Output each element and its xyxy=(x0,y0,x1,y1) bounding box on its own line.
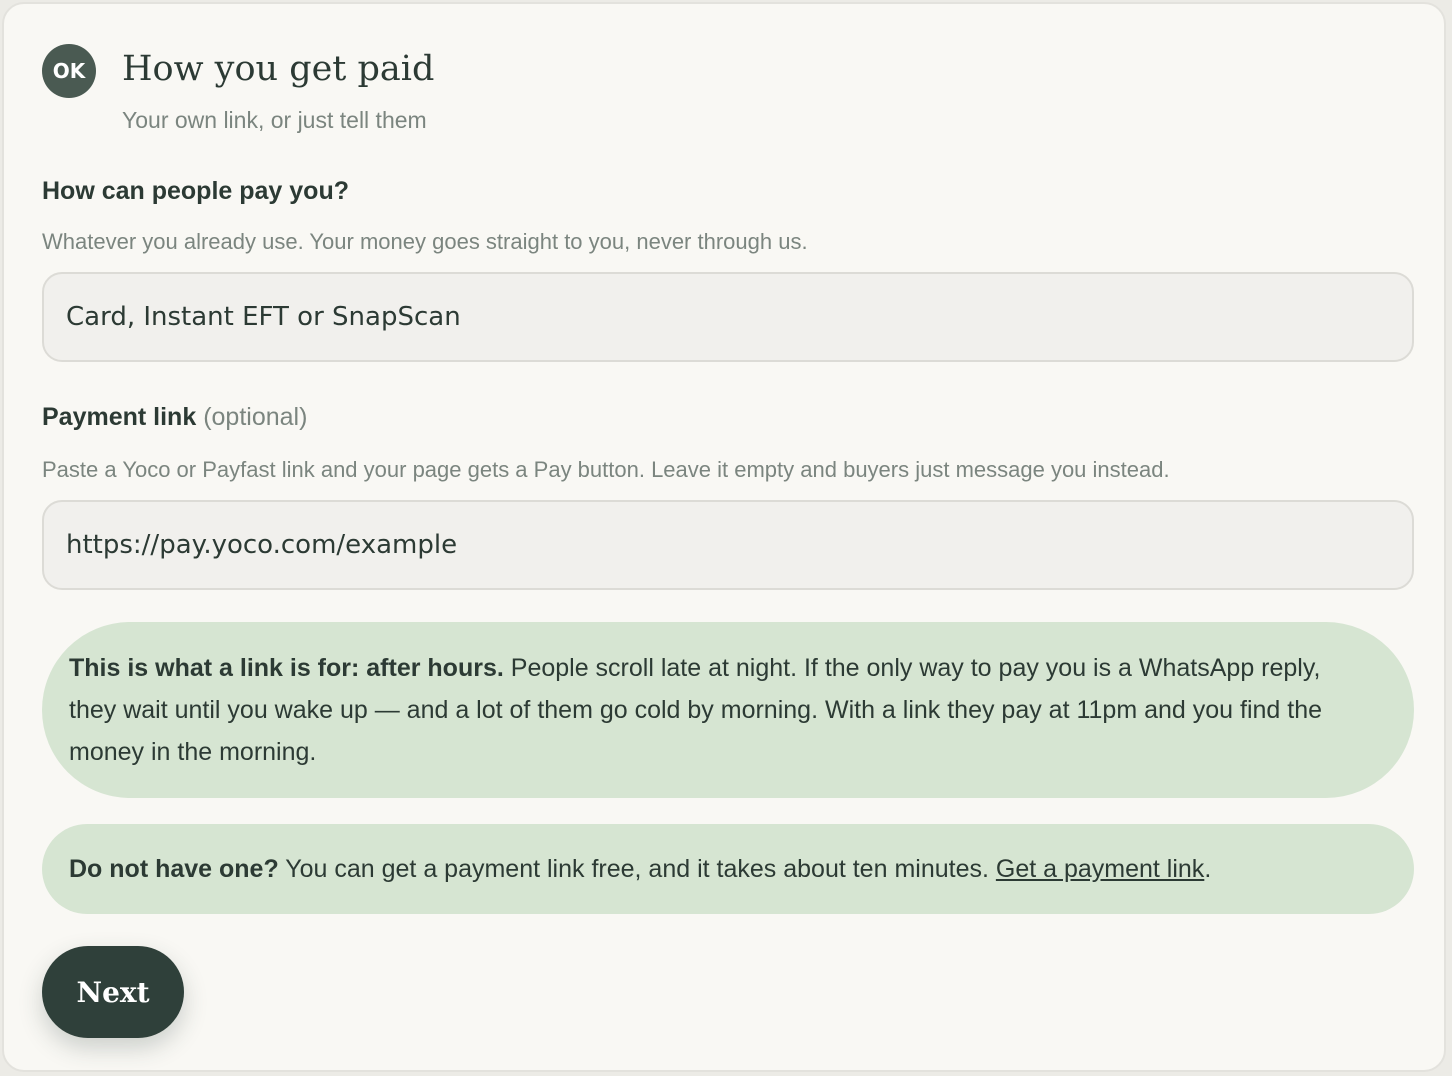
no-link-note-heading: Do not have one? xyxy=(69,855,279,883)
section-subtitle: Your own link, or just tell them xyxy=(122,107,427,133)
no-link-note-trailing: . xyxy=(1204,855,1212,883)
next-button[interactable]: Next xyxy=(42,946,184,1038)
payment-link-label: Payment link (optional) xyxy=(42,400,307,434)
no-link-note: Do not have one? You can get a payment l… xyxy=(42,824,1414,914)
optional-tag: (optional) xyxy=(203,403,308,431)
get-payment-link[interactable]: Get a payment link xyxy=(996,855,1204,883)
status-badge: OK xyxy=(42,44,96,98)
pay-methods-input[interactable] xyxy=(42,272,1414,362)
payment-step-card: OK How you get paid Your own link, or ju… xyxy=(2,2,1446,1072)
after-hours-note-heading: This is what a link is for: after hours. xyxy=(69,654,504,682)
payment-link-help: Paste a Yoco or Payfast link and your pa… xyxy=(42,457,1170,482)
pay-methods-label-text: How can people pay you? xyxy=(42,177,349,205)
payment-link-label-text: Payment link xyxy=(42,403,197,431)
pay-methods-help: Whatever you already use. Your money goe… xyxy=(42,229,808,254)
after-hours-note: This is what a link is for: after hours.… xyxy=(42,622,1414,798)
no-link-note-body: You can get a payment link free, and it … xyxy=(285,855,989,883)
payment-link-input[interactable] xyxy=(42,500,1414,590)
section-title: How you get paid xyxy=(122,49,435,89)
pay-methods-label: How can people pay you? xyxy=(42,174,349,208)
